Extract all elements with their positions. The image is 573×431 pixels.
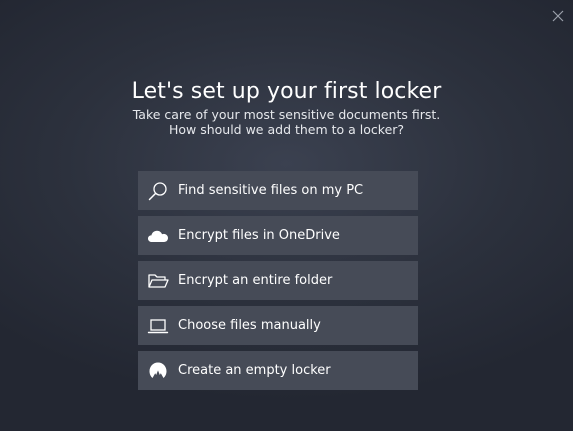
subtitle-line-2: How should we add them to a locker? (168, 122, 405, 137)
create-empty-locker-button[interactable]: Create an empty locker (138, 351, 418, 390)
choose-files-manually-label: Choose files manually (178, 318, 321, 333)
locker-options-list: Find sensitive files on my PC Encrypt fi… (138, 171, 418, 396)
close-icon (552, 10, 564, 22)
choose-files-manually-button[interactable]: Choose files manually (138, 306, 418, 345)
search-icon (147, 180, 169, 202)
subtitle-line-1: Take care of your most sensitive documen… (132, 107, 441, 122)
find-sensitive-files-button[interactable]: Find sensitive files on my PC (138, 171, 418, 210)
page-title: Let's set up your first locker (131, 79, 442, 104)
laptop-icon (147, 315, 169, 337)
nordlocker-logo-icon (147, 360, 169, 382)
cloud-icon (147, 225, 169, 247)
find-sensitive-files-label: Find sensitive files on my PC (178, 183, 364, 198)
page-subtitle: Take care of your most sensitive documen… (0, 107, 573, 137)
create-empty-locker-label: Create an empty locker (178, 363, 331, 378)
encrypt-folder-button[interactable]: Encrypt an entire folder (138, 261, 418, 300)
encrypt-onedrive-button[interactable]: Encrypt files in OneDrive (138, 216, 418, 255)
folder-icon (147, 270, 169, 292)
encrypt-folder-label: Encrypt an entire folder (178, 273, 333, 288)
close-button[interactable] (551, 9, 565, 23)
encrypt-onedrive-label: Encrypt files in OneDrive (178, 228, 340, 243)
